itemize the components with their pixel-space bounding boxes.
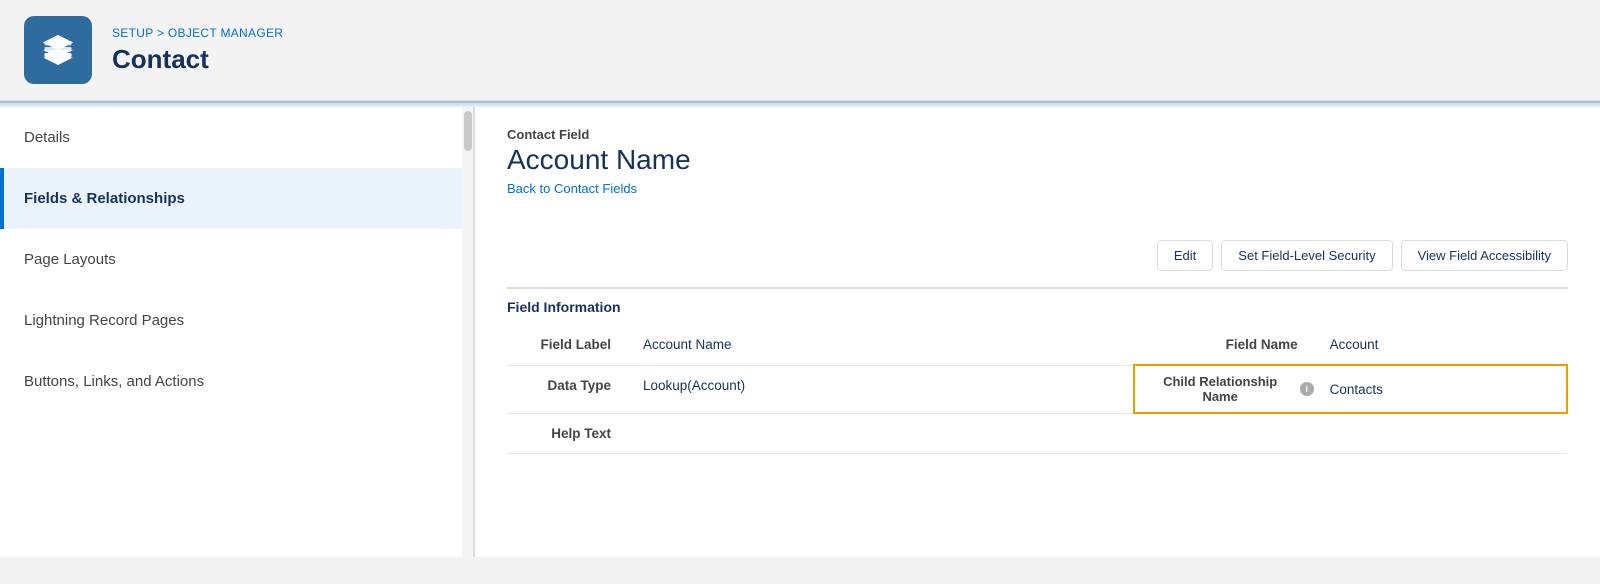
breadcrumb-setup[interactable]: SETUP — [112, 26, 153, 40]
scroll-indicator[interactable] — [462, 107, 474, 557]
help-text-value — [627, 413, 1134, 453]
field-label-value: Account Name — [627, 325, 1134, 365]
sidebar-item-buttons-links-actions[interactable]: Buttons, Links, and Actions — [0, 351, 462, 412]
back-link[interactable]: Back to Contact Fields — [507, 181, 637, 196]
main-layout: Details Fields & Relationships Page Layo… — [0, 107, 1600, 557]
sidebar-item-fields-relationships[interactable]: Fields & Relationships — [0, 168, 462, 229]
field-name-header: Field Name — [1134, 325, 1314, 365]
data-type-value: Lookup(Account) — [627, 365, 1134, 413]
app-icon — [24, 16, 92, 84]
content-field-label: Contact Field — [507, 127, 1568, 142]
edit-button[interactable]: Edit — [1157, 240, 1213, 271]
sidebar-item-page-layouts[interactable]: Page Layouts — [0, 229, 462, 290]
section-title: Field Information — [507, 287, 1568, 325]
sidebar-item-details[interactable]: Details — [0, 107, 462, 168]
help-text-header: Help Text — [507, 413, 627, 453]
table-row-field-label: Field Label Account Name Field Name Acco… — [507, 325, 1567, 365]
set-field-level-security-button[interactable]: Set Field-Level Security — [1221, 240, 1392, 271]
sidebar: Details Fields & Relationships Page Layo… — [0, 107, 475, 557]
table-row-data-type: Data Type Lookup(Account) Child Relation… — [507, 365, 1567, 413]
sidebar-item-lightning-record-pages[interactable]: Lightning Record Pages — [0, 290, 462, 351]
child-relationship-value: Contacts — [1314, 365, 1567, 413]
child-relationship-highlighted: Child Relationship Name i — [1147, 374, 1314, 404]
breadcrumb-separator: > — [157, 26, 168, 40]
breadcrumb-manager[interactable]: OBJECT MANAGER — [168, 26, 283, 40]
table-row-help-text: Help Text — [507, 413, 1567, 453]
field-name-value: Account — [1314, 325, 1567, 365]
sidebar-items: Details Fields & Relationships Page Layo… — [0, 107, 462, 412]
layers-icon — [40, 32, 76, 68]
view-field-accessibility-button[interactable]: View Field Accessibility — [1401, 240, 1568, 271]
data-type-header: Data Type — [507, 365, 627, 413]
child-relationship-label: Child Relationship Name — [1147, 374, 1294, 404]
field-table: Field Label Account Name Field Name Acco… — [507, 325, 1568, 454]
content-field-title: Account Name — [507, 144, 1568, 176]
app-header: SETUP > OBJECT MANAGER Contact — [0, 0, 1600, 101]
header-text: SETUP > OBJECT MANAGER Contact — [112, 26, 283, 75]
toolbar: Edit Set Field-Level Security View Field… — [507, 240, 1568, 271]
breadcrumb: SETUP > OBJECT MANAGER — [112, 26, 283, 40]
field-label-header: Field Label — [507, 325, 627, 365]
scroll-thumb — [464, 111, 472, 151]
page-title: Contact — [112, 44, 283, 75]
child-relationship-cell: Child Relationship Name i — [1134, 365, 1314, 413]
info-icon[interactable]: i — [1300, 382, 1314, 396]
content-area: Contact Field Account Name Back to Conta… — [475, 107, 1600, 557]
